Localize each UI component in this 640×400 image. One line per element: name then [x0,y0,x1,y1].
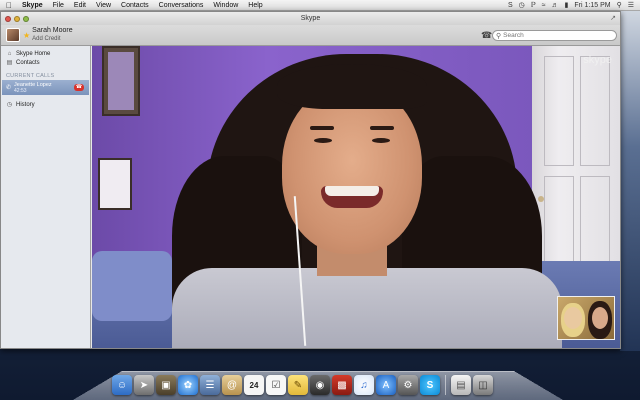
person-shirt [172,268,562,348]
calendar-icon[interactable]: 24 [244,375,264,395]
fullscreen-icon[interactable]: ↗ [610,14,616,22]
itunes-icon[interactable]: ♫ [354,375,374,395]
section-header-current-calls: CURRENT CALLS [6,73,55,79]
person-brow-right [370,126,394,130]
person-bangs [277,64,427,109]
person-eye-right [372,138,390,143]
menu-conversations[interactable]: Conversations [159,2,204,9]
sidebar-item-label: Contacts [16,59,40,66]
app-store-icon[interactable]: A [376,375,396,395]
launchpad-icon[interactable]: ➤ [134,375,154,395]
video-call-feed[interactable]: skype [92,46,620,348]
stickies-icon[interactable]: ✎ [288,375,308,395]
spotlight-icon[interactable]: ⚲ [617,1,622,9]
mood-star-icon[interactable]: ★ [23,31,30,40]
dock: ☺ ➤ ▣ ✿ ☰ @ 24 ☑ ✎ ◉ ▩ ♫ A ⚙ S ▤ ◫ [112,369,493,395]
person-eye-left [314,138,332,143]
image-capture-icon[interactable]: ▣ [156,375,176,395]
dock-separator [445,375,446,395]
reminders-icon[interactable]: ☑ [266,375,286,395]
skype-icon[interactable]: S [420,375,440,395]
search-icon: ⚲ [496,32,502,40]
skype-status-icon[interactable]: S [508,2,513,9]
clock-icon[interactable]: ◷ [519,1,525,9]
menu-app[interactable]: Skype [22,2,43,9]
address-book-icon[interactable]: @ [222,375,242,395]
finder-icon[interactable]: ☺ [112,375,132,395]
menu-view[interactable]: View [96,2,111,9]
profile-block: Sarah Moore Add Credit [32,27,72,43]
contacts-icon: ▤ [6,60,13,66]
documents-icon[interactable]: ▤ [451,375,471,395]
phone-icon: ✆ [6,85,12,91]
call-duration: 42:53 [14,87,27,94]
facetime-icon[interactable]: ◉ [310,375,330,395]
menu-bar:  Skype File Edit View Contacts Conversa… [0,0,640,11]
menu-window[interactable]: Window [213,2,238,9]
system-preferences-icon[interactable]: ⚙ [398,375,418,395]
person-mouth [321,186,383,208]
sidebar: ⌂ Skype Home ▤ Contacts CURRENT CALLS ✆ … [1,46,91,348]
person-face [282,84,422,254]
call-contact-name: Jeanette Lopez [14,81,52,88]
bluetooth-icon[interactable]: ℙ [531,1,536,9]
safari-icon[interactable]: ✿ [178,375,198,395]
clock-text[interactable]: Fri 1:15 PM [574,2,610,9]
skype-watermark: skype [583,54,612,66]
self-view-preview[interactable] [557,296,615,340]
wall-picture-frame [102,46,140,116]
desktop-background [620,11,640,351]
trash-icon[interactable]: ◫ [473,375,493,395]
photo-booth-icon[interactable]: ▩ [332,375,352,395]
skype-window: Skype ↗ ★ Sarah Moore Add Credit ☎ ⚲ ⌂ S… [0,11,621,349]
history-icon: ◷ [6,102,13,108]
door [532,46,620,296]
add-credit-link[interactable]: Add Credit [32,35,72,43]
title-bar[interactable]: Skype ↗ [1,12,620,25]
status-area: S ◷ ℙ ≈ ♬ ▮ Fri 1:15 PM ⚲ ☰ [508,1,634,10]
wifi-icon[interactable]: ≈ [542,2,546,9]
sidebar-item-skype-home[interactable]: ⌂ Skype Home [1,49,90,58]
profile-name[interactable]: Sarah Moore [32,27,72,35]
sidebar-item-label: Skype Home [16,50,51,57]
pillow [92,251,172,321]
toolbar: ★ Sarah Moore Add Credit ☎ ⚲ [1,25,620,46]
sidebar-item-contacts[interactable]: ▤ Contacts [1,58,90,67]
menu-file[interactable]: File [53,2,64,9]
preview-icon[interactable]: ☰ [200,375,220,395]
avatar[interactable] [6,28,20,42]
window-title: Skype [300,15,321,22]
volume-icon[interactable]: ♬ [552,2,559,9]
menu-edit[interactable]: Edit [74,2,86,9]
wall-certificate-frame [98,158,132,210]
search-input[interactable] [503,32,604,39]
sidebar-item-label: History [16,101,35,108]
menu-contacts[interactable]: Contacts [121,2,149,9]
person-brow-left [310,126,334,130]
battery-icon[interactable]: ▮ [565,1,569,9]
notifications-icon[interactable]: ☰ [628,1,634,9]
apple-menu-icon[interactable]:  [6,1,12,10]
hang-up-button[interactable]: ☎ [74,84,84,91]
home-icon: ⌂ [7,50,12,57]
search-box: ⚲ [492,30,617,41]
sidebar-item-history[interactable]: ◷ History [1,100,90,109]
menu-help[interactable]: Help [248,2,262,9]
sidebar-item-current-call[interactable]: ✆ Jeanette Lopez 42:53 ☎ [2,80,89,95]
dial-pad-icon[interactable]: ☎ [481,30,492,41]
